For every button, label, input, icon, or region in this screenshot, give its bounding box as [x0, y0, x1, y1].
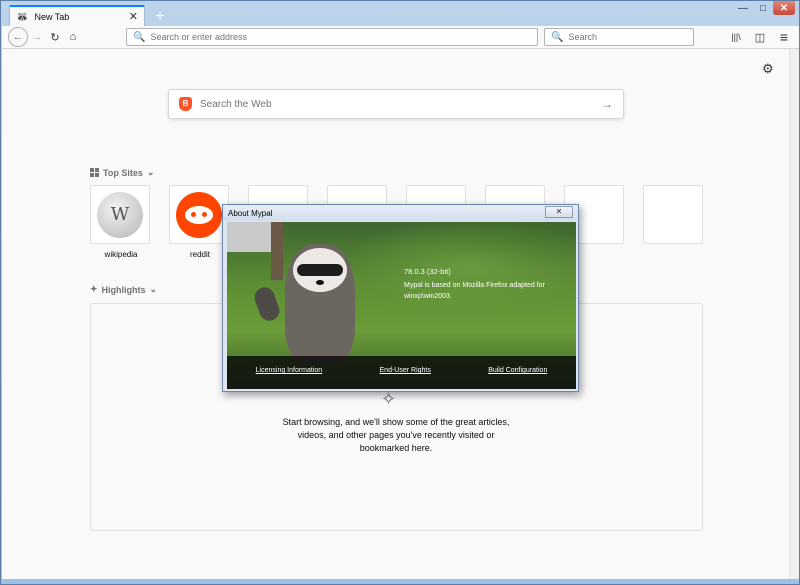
description-text: Mypal is based on Mozilla Firefox adapte… [404, 282, 545, 300]
top-site-label: wikipedia [104, 250, 138, 259]
reddit-icon [176, 191, 222, 238]
chevron-down-icon: ⌄ [146, 167, 155, 177]
sidebar-icon[interactable]: ◫ [751, 28, 769, 46]
highlights-header[interactable]: ✦ Highlights ⌄ [90, 284, 157, 295]
home-button[interactable]: ⌂ [64, 28, 82, 46]
address-input[interactable] [150, 32, 537, 42]
mypal-favicon-icon: 🦝 [16, 11, 29, 23]
search-icon: 🔍 [551, 31, 564, 43]
tab-strip: 🦝 New Tab ✕ + [9, 5, 171, 27]
end-user-rights-link[interactable]: End-User Rights [380, 367, 431, 374]
gear-icon[interactable]: ⚙ [762, 61, 774, 77]
wikipedia-icon: W [97, 191, 143, 238]
tab-title: New Tab [34, 12, 70, 22]
licensing-information-link[interactable]: Licensing Information [256, 367, 323, 374]
close-tab-icon[interactable]: ✕ [129, 10, 138, 23]
navigation-toolbar: ← → ↻ ⌂ 🔍 🔍 |||\ ◫ ≡ [2, 26, 799, 49]
browser-window: — □ ✕ 🦝 New Tab ✕ + ← → ↻ ⌂ 🔍 🔍 |||\ ◫ ≡ [0, 0, 800, 585]
top-sites-header[interactable]: Top Sites ⌄ [90, 167, 154, 178]
library-icon[interactable]: |||\ [727, 28, 745, 46]
reload-button[interactable]: ↻ [46, 28, 64, 46]
dialog-title: About Mypal [228, 208, 273, 218]
chevron-down-icon: ⌄ [149, 284, 158, 294]
maximize-button[interactable]: □ [753, 1, 773, 15]
close-window-button[interactable]: ✕ [773, 1, 795, 15]
top-site-tile[interactable]: reddit [169, 185, 229, 259]
toolbar-right: |||\ ◫ ≡ [727, 28, 793, 46]
new-tab-button[interactable]: + [149, 7, 171, 27]
version-text: 78.0.3 (32-bit) [404, 267, 451, 276]
forward-button[interactable]: → [28, 28, 46, 46]
address-bar[interactable]: 🔍 [126, 28, 538, 46]
build-configuration-link[interactable]: Build Configuration [488, 367, 547, 374]
arrow-right-icon[interactable]: → [601, 97, 613, 111]
web-search-placeholder: Search the Web [200, 98, 272, 110]
top-sites-title: Top Sites [103, 167, 143, 178]
dialog-titlebar: About Mypal [223, 205, 578, 221]
highlights-icon: ✦ [90, 284, 98, 294]
highlights-empty-message: Start browsing, and we'll show some of t… [282, 417, 510, 453]
empty-top-site-tile[interactable] [643, 185, 703, 244]
tab-new-tab[interactable]: 🦝 New Tab ✕ [9, 5, 145, 27]
brave-search-icon: B [179, 97, 192, 111]
search-bar[interactable]: 🔍 [544, 28, 694, 46]
highlights-sparkle-icon: ✧ [381, 389, 397, 409]
minimize-button[interactable]: — [733, 1, 753, 15]
grid-icon [90, 168, 99, 177]
top-site-tile[interactable]: W wikipedia [90, 185, 150, 259]
about-dialog: About Mypal ✕ 78.0.3 (32-bit) Mypal is b… [222, 204, 579, 392]
web-search-box[interactable]: B Search the Web → [168, 89, 624, 119]
dialog-close-button[interactable]: ✕ [545, 206, 573, 218]
search-icon: 🔍 [133, 31, 146, 43]
menu-icon[interactable]: ≡ [775, 28, 793, 46]
about-links-bar: Licensing Information End-User Rights Bu… [227, 356, 576, 389]
vertical-scrollbar[interactable] [789, 49, 799, 579]
back-button[interactable]: ← [8, 27, 28, 47]
highlights-title: Highlights [101, 284, 146, 295]
search-input[interactable] [568, 32, 693, 42]
window-controls: — □ ✕ [733, 1, 795, 19]
about-info: 78.0.3 (32-bit) Mypal is based on Mozill… [404, 266, 574, 302]
raccoon-photo: 78.0.3 (32-bit) Mypal is based on Mozill… [227, 222, 576, 389]
